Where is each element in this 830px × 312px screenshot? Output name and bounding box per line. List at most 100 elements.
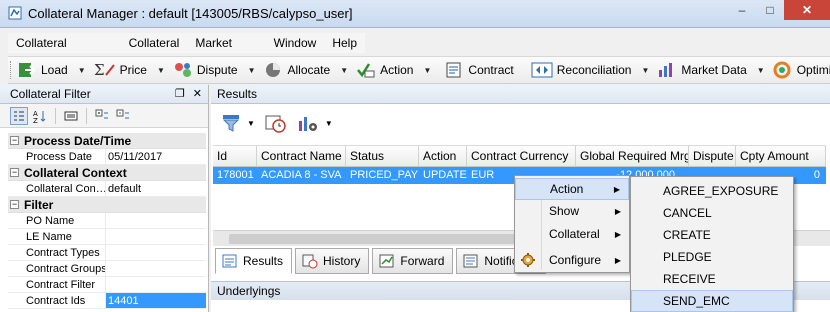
- sort-az-icon[interactable]: AZ: [31, 107, 49, 125]
- column-header-cpty-amount[interactable]: Cpty Amount: [736, 146, 826, 167]
- property-row-process-date[interactable]: Process Date 05/11/2017: [8, 149, 206, 165]
- allocate-icon: [265, 63, 280, 77]
- tab-results[interactable]: Results: [215, 248, 293, 274]
- tab-label: Forward: [400, 254, 445, 268]
- contract-ids-value[interactable]: 14401: [106, 293, 206, 308]
- maximize-button[interactable]: □: [756, 0, 784, 20]
- context-menu-collateral[interactable]: Collateral ▶: [515, 223, 629, 245]
- column-header-id[interactable]: Id: [213, 146, 257, 167]
- context-menu-configure[interactable]: Configure ▶: [515, 249, 629, 271]
- collapse-toggle-icon[interactable]: −: [10, 168, 19, 177]
- optimize-button[interactable]: Optimize: [771, 58, 830, 82]
- contract-button[interactable]: Contract: [442, 58, 515, 82]
- menu-item-label: Action: [550, 182, 584, 196]
- category-process-date-time[interactable]: − Process Date/Time: [8, 133, 206, 149]
- contract-label: Contract: [468, 63, 514, 77]
- tab-history[interactable]: History: [295, 248, 370, 274]
- menu-collateral[interactable]: Collateral: [121, 33, 188, 53]
- allocate-button[interactable]: Allocate: [262, 58, 333, 82]
- column-header-dispute[interactable]: Dispute: [689, 146, 736, 167]
- filter-toolbar-separator: [55, 107, 56, 124]
- expand-all-icon[interactable]: [93, 107, 111, 125]
- configure-columns-button[interactable]: ▼: [297, 113, 333, 133]
- property-row-contract-ids[interactable]: Contract Ids 14401: [8, 293, 206, 309]
- allocate-dropdown-arrow[interactable]: ▼: [340, 66, 348, 75]
- submenu-pledge[interactable]: PLEDGE: [631, 246, 793, 268]
- property-row-contract-types[interactable]: Contract Types: [8, 245, 206, 261]
- column-header-action[interactable]: Action: [419, 146, 467, 167]
- property-row-contract-filter[interactable]: Contract Filter: [8, 277, 206, 293]
- submenu-cancel[interactable]: CANCEL: [631, 202, 793, 224]
- submenu-arrow-icon: ▶: [614, 206, 621, 216]
- context-menu: Action ▶ Show ▶ Collateral ▶ Configure ▶: [514, 175, 630, 273]
- collapse-all-icon[interactable]: [114, 107, 132, 125]
- property-row-collateral-context[interactable]: Collateral Con… default: [8, 181, 206, 197]
- dispute-dropdown-arrow[interactable]: ▼: [248, 66, 256, 75]
- toolbar-grip[interactable]: [10, 61, 11, 79]
- collateral-context-value[interactable]: default: [106, 181, 206, 196]
- submenu-agree-exposure[interactable]: AGREE_EXPOSURE: [631, 180, 793, 202]
- collapse-toggle-icon[interactable]: −: [10, 136, 19, 145]
- column-header-contract-name[interactable]: Contract Name: [257, 146, 346, 167]
- column-header-status[interactable]: Status: [346, 146, 419, 167]
- property-row-contract-groups[interactable]: Contract Groups: [8, 261, 206, 277]
- menu-help[interactable]: Help: [324, 33, 365, 53]
- action-label: Action: [380, 63, 414, 77]
- forward-icon: [379, 254, 394, 268]
- reconciliation-dropdown-arrow[interactable]: ▼: [641, 66, 649, 75]
- load-dropdown-arrow[interactable]: ▼: [78, 66, 86, 75]
- close-pane-icon[interactable]: ✕: [193, 85, 202, 104]
- category-collateral-context[interactable]: − Collateral Context: [8, 165, 206, 181]
- column-header-global-required-mrg[interactable]: Global Required Mrg: [576, 146, 689, 167]
- menu-market-data[interactable]: Market Data: [187, 33, 265, 70]
- po-name-value[interactable]: [106, 213, 206, 228]
- contract-groups-value[interactable]: [106, 261, 206, 276]
- filter-columns-button[interactable]: ▼: [221, 114, 255, 132]
- le-name-value[interactable]: [106, 229, 206, 244]
- property-row-le-name[interactable]: LE Name: [8, 229, 206, 245]
- submenu-receive[interactable]: RECEIVE: [631, 268, 793, 290]
- action-dropdown-arrow[interactable]: ▼: [423, 66, 431, 75]
- schedule-button[interactable]: [265, 113, 287, 133]
- tab-forward[interactable]: Forward: [372, 248, 454, 274]
- submenu-send-emc[interactable]: SEND_EMC: [631, 290, 793, 312]
- cell-id: 178001: [217, 169, 254, 181]
- contract-filter-value[interactable]: [106, 277, 206, 292]
- market-data-dropdown-arrow[interactable]: ▼: [757, 66, 765, 75]
- context-menu-show[interactable]: Show ▶: [515, 200, 629, 222]
- process-date-value[interactable]: 05/11/2017: [106, 149, 206, 164]
- menu-window[interactable]: Window: [266, 33, 325, 53]
- property-row-po-name[interactable]: PO Name: [8, 213, 206, 229]
- scrollbar-thumb[interactable]: [229, 234, 529, 244]
- chevron-down-icon[interactable]: ▼: [325, 119, 333, 128]
- history-icon: [302, 254, 318, 269]
- submenu-create[interactable]: CREATE: [631, 224, 793, 246]
- dispute-label: Dispute: [196, 63, 238, 77]
- action-button[interactable]: Action: [354, 58, 415, 82]
- submenu-arrow-icon: ▶: [613, 184, 620, 194]
- category-filter[interactable]: − Filter: [8, 197, 206, 213]
- market-data-icon: [659, 63, 673, 77]
- load-button[interactable]: Load: [15, 58, 70, 82]
- close-button[interactable]: ✕: [784, 0, 830, 20]
- reconciliation-button[interactable]: Reconciliation: [529, 58, 634, 82]
- configure-gear-icon: [521, 253, 535, 267]
- contract-types-value[interactable]: [106, 245, 206, 260]
- price-button[interactable]: Σ Price: [92, 58, 149, 82]
- main-toolbar: Load ▼ Σ Price ▼ Dispute ▼ Allocate ▼ Ac…: [8, 56, 830, 84]
- property-pages-icon[interactable]: [62, 107, 80, 125]
- minimize-button[interactable]: –: [728, 0, 756, 20]
- chevron-down-icon[interactable]: ▼: [247, 119, 255, 128]
- dispute-button[interactable]: Dispute: [171, 58, 240, 82]
- context-menu-action[interactable]: Action ▶: [515, 178, 629, 200]
- market-data-button[interactable]: Market Data: [655, 58, 748, 82]
- restore-pane-icon[interactable]: ❐: [175, 85, 185, 104]
- collapse-toggle-icon[interactable]: −: [10, 200, 19, 209]
- categorized-view-icon[interactable]: [10, 106, 28, 125]
- menu-collateral-manager[interactable]: Collateral Manager: [8, 33, 121, 70]
- column-header-contract-currency[interactable]: Contract Currency: [467, 146, 576, 167]
- price-dropdown-arrow[interactable]: ▼: [157, 66, 165, 75]
- property-name: Collateral Con…: [8, 181, 106, 196]
- reconciliation-label: Reconciliation: [556, 63, 632, 77]
- load-label: Load: [41, 63, 68, 77]
